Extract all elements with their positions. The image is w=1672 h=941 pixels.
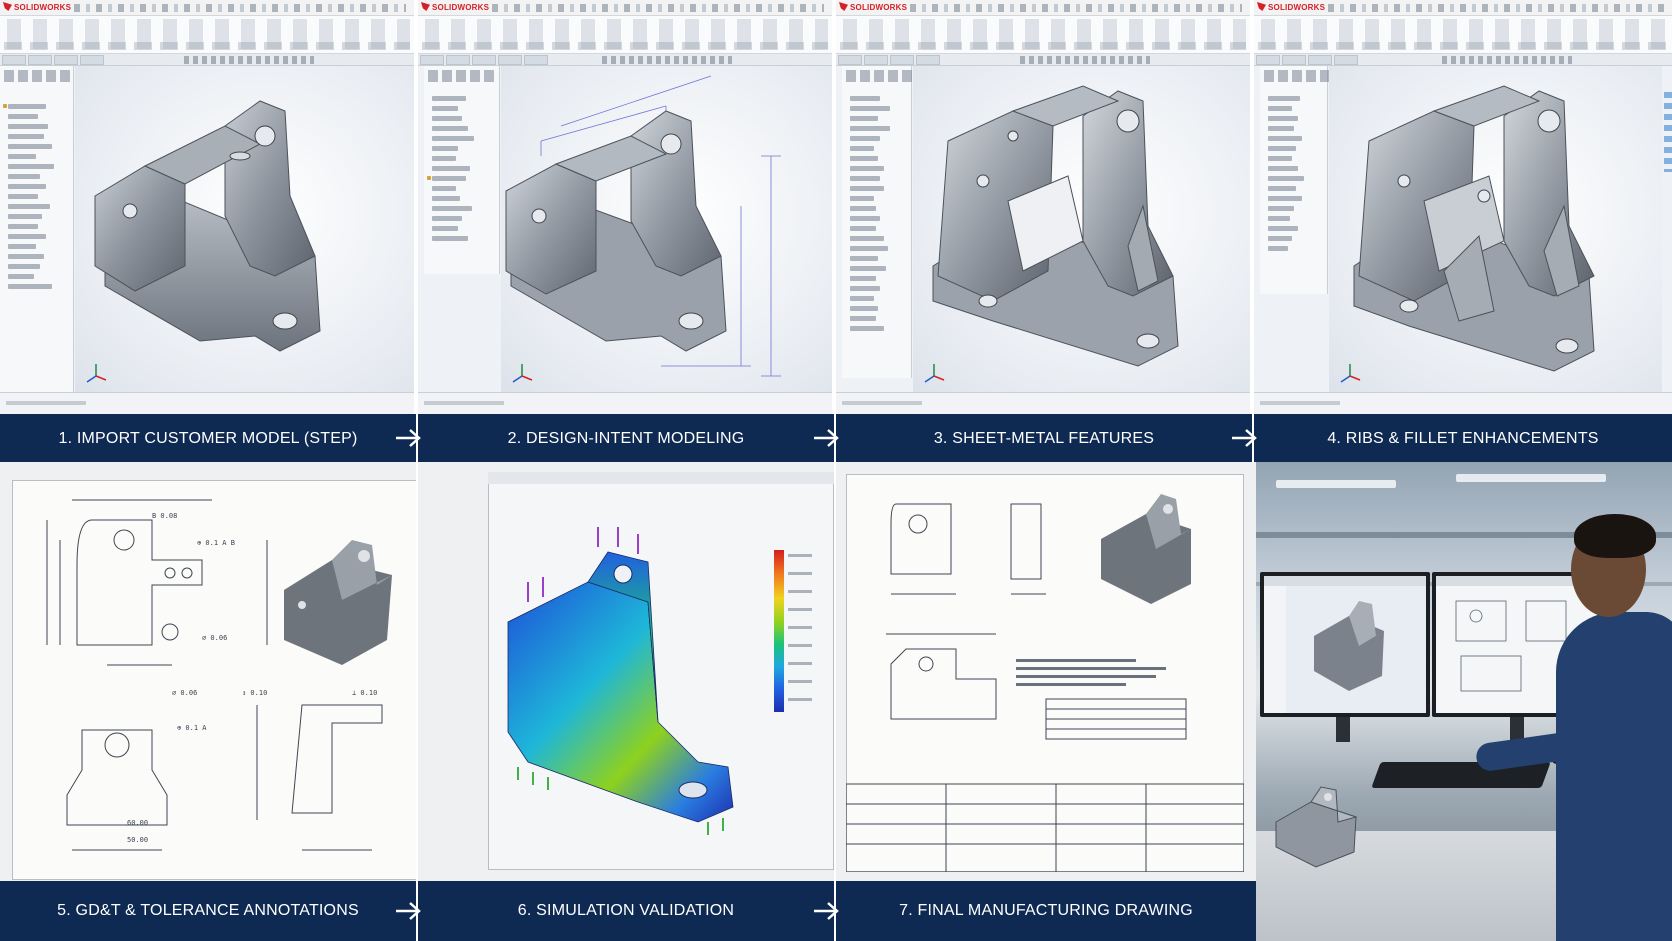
graphics-area[interactable] (501, 66, 832, 392)
svg-text:⊕ 0.1 A B: ⊕ 0.1 A B (197, 539, 235, 547)
feature-tree[interactable] (424, 66, 500, 274)
title-bar: SOLIDWORKS (1254, 0, 1672, 16)
heads-up-view-toolbar[interactable] (184, 56, 314, 64)
arrow-right-icon (814, 902, 839, 920)
panel-simulation (418, 462, 834, 881)
svg-text:60.00: 60.00 (127, 819, 148, 827)
bracket-model-dimensioned (505, 75, 781, 377)
stress-plot-model (507, 527, 734, 835)
step-label: 2. DESIGN-INTENT MODELING (507, 429, 745, 447)
logo-text: SOLIDWORKS (1268, 3, 1326, 12)
step-caption-5: 5. GD&T & TOLERANCE ANNOTATIONS (0, 881, 416, 941)
solidworks-logo-icon: SOLIDWORKS (1257, 2, 1325, 14)
step-caption-6: 6. SIMULATION VALIDATION (418, 881, 834, 941)
command-manager[interactable] (1254, 16, 1672, 54)
status-bar (836, 392, 1250, 414)
quick-access-toolbar[interactable] (910, 4, 1242, 12)
triad-icon (1340, 364, 1361, 383)
feature-tree[interactable] (1260, 66, 1330, 294)
heads-up-view-toolbar[interactable] (602, 56, 732, 64)
panel-import-model: SOLIDWORKS (0, 0, 416, 414)
sim-toolbar[interactable] (488, 472, 834, 484)
heads-up-view-toolbar[interactable] (1442, 56, 1572, 64)
svg-text:⌀ 0.06: ⌀ 0.06 (172, 689, 197, 697)
command-manager[interactable] (836, 16, 1250, 54)
step-caption-3: 3. SHEET-METAL FEATURES (836, 414, 1252, 463)
title-bar: SOLIDWORKS (418, 0, 832, 16)
gdt-views: B 0.08 ⊕ 0.1 A B ⌀ 0.06 ⌀ 0.06 ↕ 0.10 ⊥ 0.10… (46, 499, 392, 851)
step-label: 4. RIBS & FILLET ENHANCEMENTS (1327, 429, 1599, 447)
svg-text:⊕ 0.1 A: ⊕ 0.1 A (177, 724, 207, 732)
arrow-right-icon (1232, 429, 1257, 447)
quick-access-toolbar[interactable] (1328, 4, 1664, 12)
step-label: 1. IMPORT CUSTOMER MODEL (STEP) (58, 429, 358, 447)
step-caption-4: 4. RIBS & FILLET ENHANCEMENTS (1254, 414, 1672, 463)
title-bar: SOLIDWORKS (0, 0, 414, 16)
command-manager[interactable] (0, 16, 414, 54)
status-bar (1254, 392, 1672, 414)
step-caption-1: 1. IMPORT CUSTOMER MODEL (STEP) (0, 414, 416, 463)
ribbed-bracket (1353, 85, 1595, 372)
heads-up-view-toolbar[interactable] (1020, 56, 1150, 64)
metal-bracket-part (1275, 786, 1358, 868)
solidworks-logo-icon: SOLIDWORKS (839, 2, 907, 14)
quick-access-toolbar[interactable] (492, 4, 824, 12)
graphics-area[interactable] (75, 66, 414, 392)
panel-sheet-metal: SOLIDWORKS (836, 0, 1252, 414)
step-label: 7. FINAL MANUFACTURING DRAWING (899, 902, 1193, 919)
graphics-area[interactable] (1329, 66, 1662, 392)
step-caption-2: 2. DESIGN-INTENT MODELING (418, 414, 834, 463)
arrow-right-icon (814, 429, 839, 447)
triad-icon (924, 364, 945, 383)
engineer-workstation-photo (1256, 462, 1672, 941)
left-monitor (1260, 572, 1430, 717)
title-bar: SOLIDWORKS (836, 0, 1250, 16)
bracket-model (94, 100, 321, 352)
triad-icon (512, 364, 533, 383)
logo-text: SOLIDWORKS (14, 3, 72, 12)
arrow-right-icon (396, 429, 421, 447)
solidworks-logo-icon: SOLIDWORKS (421, 2, 489, 14)
engineer (1556, 612, 1672, 941)
svg-text:↕ 0.10: ↕ 0.10 (242, 689, 267, 697)
sheet-metal-bracket (932, 85, 1179, 367)
panel-design-intent: SOLIDWORKS (418, 0, 834, 414)
task-pane-icons[interactable] (1664, 92, 1672, 172)
step-label: 3. SHEET-METAL FEATURES (933, 429, 1155, 447)
feature-tree[interactable] (842, 66, 912, 378)
panel-gdt-drawing: B 0.08 ⊕ 0.1 A B ⌀ 0.06 ⌀ 0.06 ↕ 0.10 ⊥ 0.10… (0, 462, 416, 881)
status-bar (0, 392, 414, 414)
svg-text:⌀ 0.06: ⌀ 0.06 (202, 634, 227, 642)
manufacturing-drawing-views (846, 494, 1244, 872)
graphics-area[interactable] (913, 66, 1250, 392)
logo-text: SOLIDWORKS (432, 3, 490, 12)
logo-text: SOLIDWORKS (850, 3, 908, 12)
workflow-collage: SOLIDWORKS SOLIDWORKS SOLIDWORKS SOLIDWO… (0, 0, 1672, 941)
step-label: 6. SIMULATION VALIDATION (517, 902, 735, 919)
panel-ribs-fillets: SOLIDWORKS (1254, 0, 1672, 414)
quick-access-toolbar[interactable] (74, 4, 406, 12)
svg-text:⊥ 0.10: ⊥ 0.10 (352, 689, 377, 697)
command-manager[interactable] (418, 16, 832, 54)
solidworks-logo-icon: SOLIDWORKS (3, 2, 71, 14)
step-label: 5. GD&T & TOLERANCE ANNOTATIONS (57, 902, 359, 919)
triad-icon (86, 364, 107, 383)
status-bar (418, 392, 832, 414)
step-caption-7: 7. FINAL MANUFACTURING DRAWING (836, 881, 1256, 941)
panel-final-drawing (836, 462, 1256, 881)
arrow-right-icon (396, 902, 421, 920)
feature-tree[interactable] (0, 66, 74, 392)
svg-text:50.00: 50.00 (127, 836, 148, 844)
svg-text:B 0.08: B 0.08 (152, 512, 177, 520)
